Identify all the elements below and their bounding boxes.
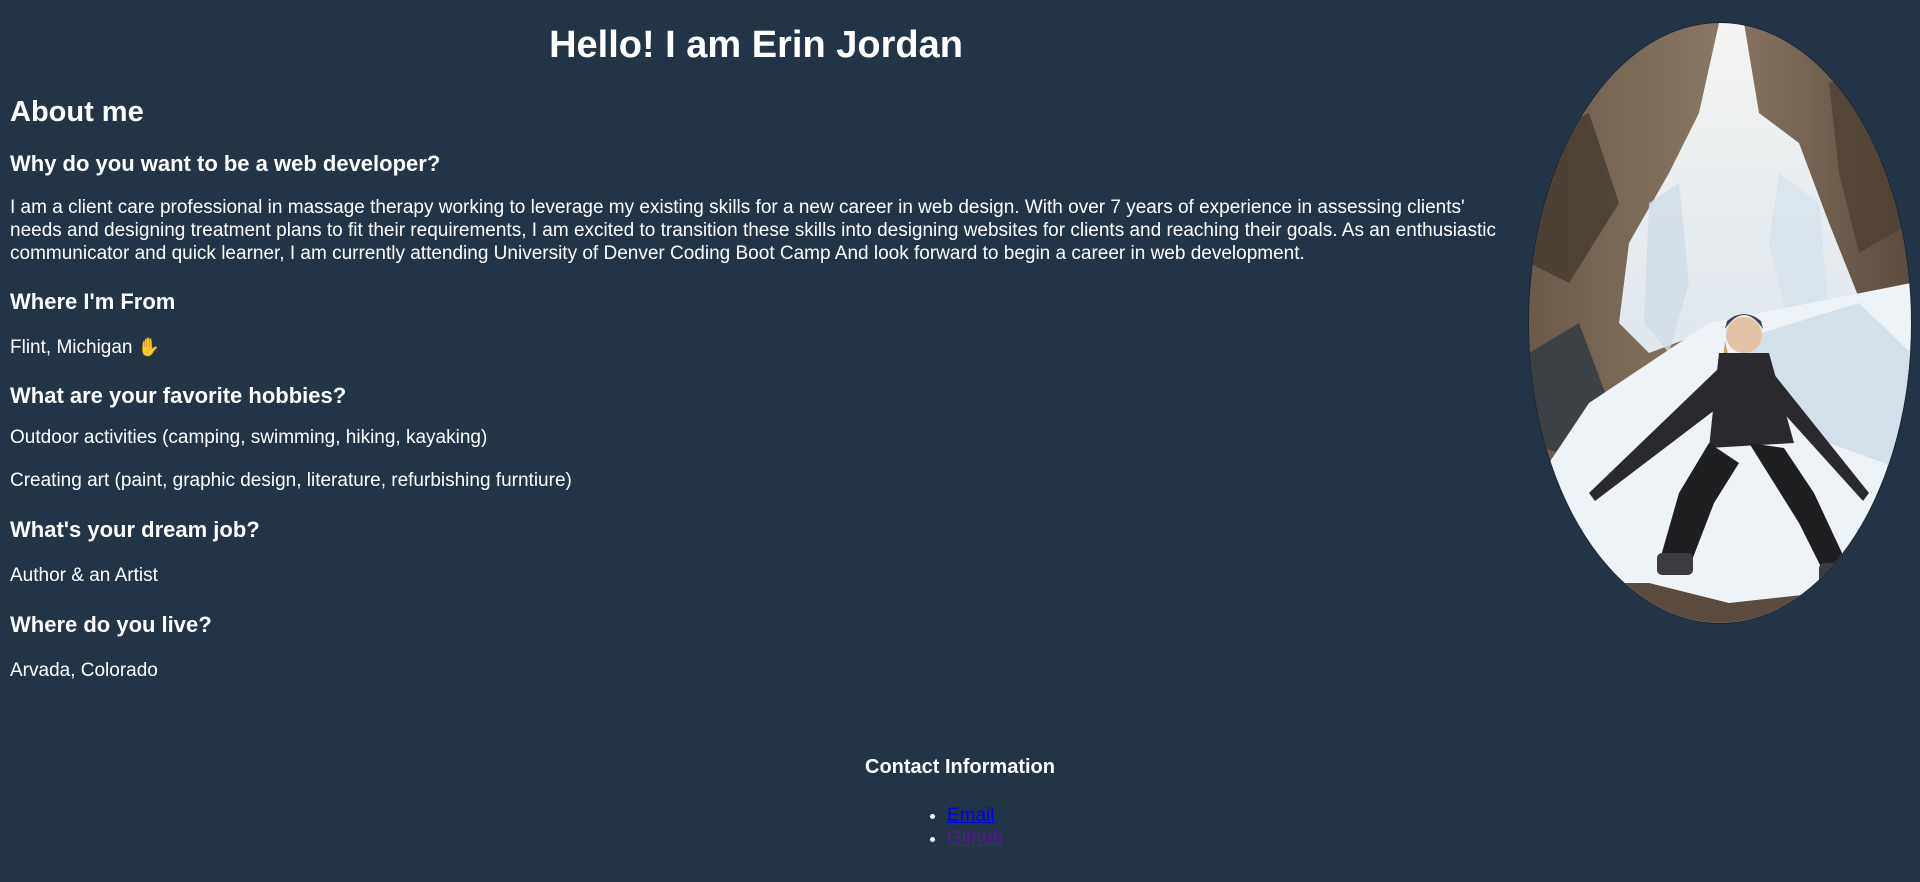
github-link[interactable]: Github xyxy=(947,828,1003,849)
from-answer: Flint, Michigan xyxy=(10,337,133,358)
why-question: Why do you want to be a web developer? xyxy=(10,151,441,176)
job-question: What's your dream job? xyxy=(10,517,260,542)
contact-links: Email Github xyxy=(917,804,1003,850)
hobby-item: Outdoor activities (camping, swimming, h… xyxy=(10,427,488,448)
contact-heading: Contact Information xyxy=(865,756,1055,778)
hobby-item: Creating art (paint, graphic design, lit… xyxy=(10,470,572,491)
why-answer: I am a client care professional in massa… xyxy=(10,197,1496,264)
list-item: Github xyxy=(947,827,1003,850)
page-title: Hello! I am Erin Jordan xyxy=(549,24,963,66)
raised-hand-icon: ✋ xyxy=(137,337,161,358)
email-link[interactable]: Email xyxy=(947,805,995,826)
profile-photo xyxy=(1528,22,1912,624)
from-answer-line: Flint, Michigan ✋ xyxy=(10,336,1510,359)
list-item: Email xyxy=(947,804,1003,827)
job-answer: Author & an Artist xyxy=(10,565,158,586)
about-section: About me Why do you want to be a web dev… xyxy=(10,90,1510,705)
hobbies-question: What are your favorite hobbies? xyxy=(10,383,347,408)
contact-section: Contact Information Email Github xyxy=(0,754,1920,850)
live-answer: Arvada, Colorado xyxy=(10,660,158,681)
live-question: Where do you live? xyxy=(10,612,212,637)
about-heading: About me xyxy=(10,96,144,128)
from-question: Where I'm From xyxy=(10,289,176,314)
